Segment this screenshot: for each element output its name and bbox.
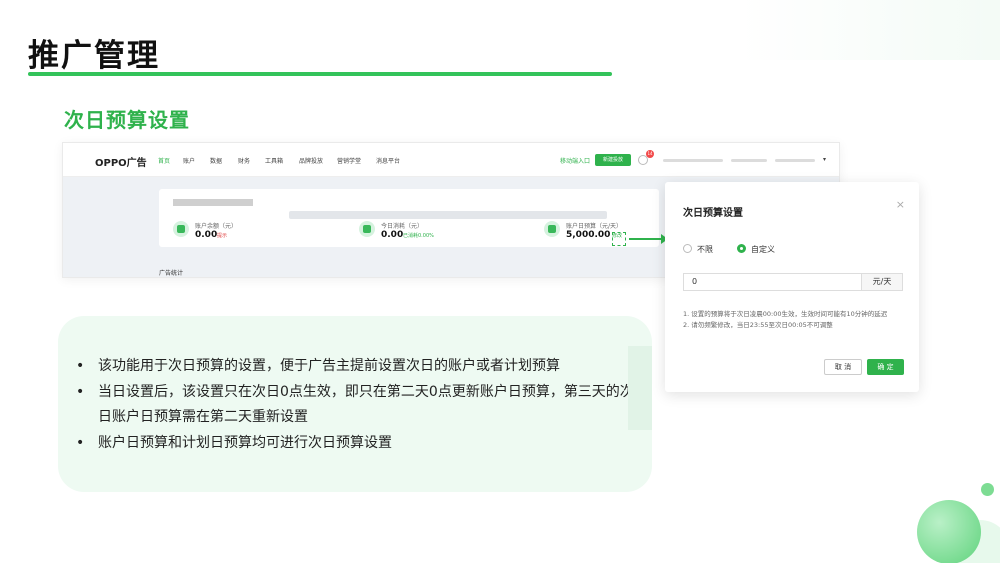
budget-input[interactable]: 0 (683, 273, 861, 291)
dialog-notes: 1. 设置的预算将于次日凌晨00:00生效，生效时间可能有10分钟的延迟 2. … (683, 309, 905, 331)
nav-item-finance[interactable]: 财务 (238, 156, 250, 165)
metric-label: 账户日预算（元/天） (566, 223, 623, 230)
note-item: 2. 请勿频繁修改，当日23:55至次日00:05不可调整 (683, 321, 833, 329)
mobile-entry-link[interactable]: 移动端入口 (560, 156, 590, 165)
blurred-user-info (663, 159, 723, 162)
budget-unit: 元/天 (861, 273, 903, 291)
chart-icon (359, 221, 375, 237)
radio-custom[interactable]: 自定义 (737, 244, 775, 255)
list-item: 当日设置后，该设置只在次日0点生效，即只在第二天0点更新账户日预算，第三天的次日… (76, 380, 636, 431)
blurred-notice-bar (289, 211, 607, 219)
radio-on-icon (737, 244, 746, 253)
metric-label: 今日消耗（元） (381, 223, 424, 230)
nav-item-toolbox[interactable]: 工具箱 (265, 156, 283, 165)
blurred-user-info (775, 159, 815, 162)
nav-item-data[interactable]: 数据 (210, 156, 222, 165)
budget-icon (544, 221, 560, 237)
metric-value: 0.00 (381, 230, 404, 240)
wallet-icon (173, 221, 189, 237)
section-title: 次日预算设置 (64, 108, 190, 132)
decorative-dot (981, 483, 994, 496)
new-campaign-button[interactable]: 新建投放 (595, 154, 631, 166)
list-item: 该功能用于次日预算的设置，便于广告主提前设置次日的账户或者计划预算 (76, 354, 636, 380)
metric-label: 账户余额（元） (195, 223, 238, 230)
dialog-title: 次日预算设置 (683, 208, 743, 219)
ad-stats-label: 广告统计 (159, 270, 184, 277)
radio-off-icon (683, 244, 692, 253)
nav-item-school[interactable]: 营销学堂 (337, 156, 361, 165)
metric-extra[interactable]: 提示 (217, 232, 227, 239)
app-logo: OPPO广告 (95, 158, 147, 169)
nav-item-messages[interactable]: 消息平台 (376, 156, 400, 165)
nav-item-account[interactable]: 账户 (183, 156, 195, 165)
corner-decoration (740, 0, 1000, 60)
nav-item-brand[interactable]: 品牌投放 (299, 156, 323, 165)
radio-label: 自定义 (751, 245, 775, 254)
message-badge: 14 (646, 150, 654, 158)
metric-value: 5,000.00 (566, 230, 611, 240)
radio-label: 不限 (697, 245, 713, 254)
feature-bullet-list: 该功能用于次日预算的设置，便于广告主提前设置次日的账户或者计划预算 当日设置后，… (76, 354, 636, 456)
title-underline (28, 72, 612, 76)
decorative-circle (917, 500, 981, 563)
chevron-down-icon[interactable]: ▾ (823, 156, 826, 163)
confirm-button[interactable]: 确 定 (867, 359, 904, 375)
list-item: 账户日预算和计划日预算均可进行次日预算设置 (76, 431, 636, 457)
next-day-budget-dialog: 次日预算设置 × 不限 自定义 0 元/天 1. 设置的预算将于次日凌晨00:0… (665, 182, 919, 392)
metric-extra: 已消耗0.00% (403, 233, 434, 239)
radio-unlimited[interactable]: 不限 (683, 244, 713, 255)
feature-description-panel: 该功能用于次日预算的设置，便于广告主提前设置次日的账户或者计划预算 当日设置后，… (58, 316, 652, 492)
slide-title: 推广管理 (28, 38, 160, 74)
note-item: 1. 设置的预算将于次日凌晨00:00生效，生效时间可能有10分钟的延迟 (683, 310, 888, 318)
close-icon[interactable]: × (896, 198, 905, 211)
app-top-nav: OPPO广告 首页 账户 数据 财务 工具箱 品牌投放 营销学堂 消息平台 移动… (63, 143, 839, 177)
blurred-user-info (731, 159, 767, 162)
next-day-budget-icon[interactable] (612, 232, 626, 246)
blurred-account-name (173, 199, 253, 206)
cancel-button[interactable]: 取 消 (824, 359, 862, 375)
arrow-line (629, 238, 663, 240)
metric-value: 0.00 (195, 230, 218, 240)
nav-item-home[interactable]: 首页 (158, 156, 170, 165)
account-overview-card: 账户余额（元） 0.00 提示 今日消耗（元） 0.00 已消耗0.00% 账户… (159, 189, 659, 247)
